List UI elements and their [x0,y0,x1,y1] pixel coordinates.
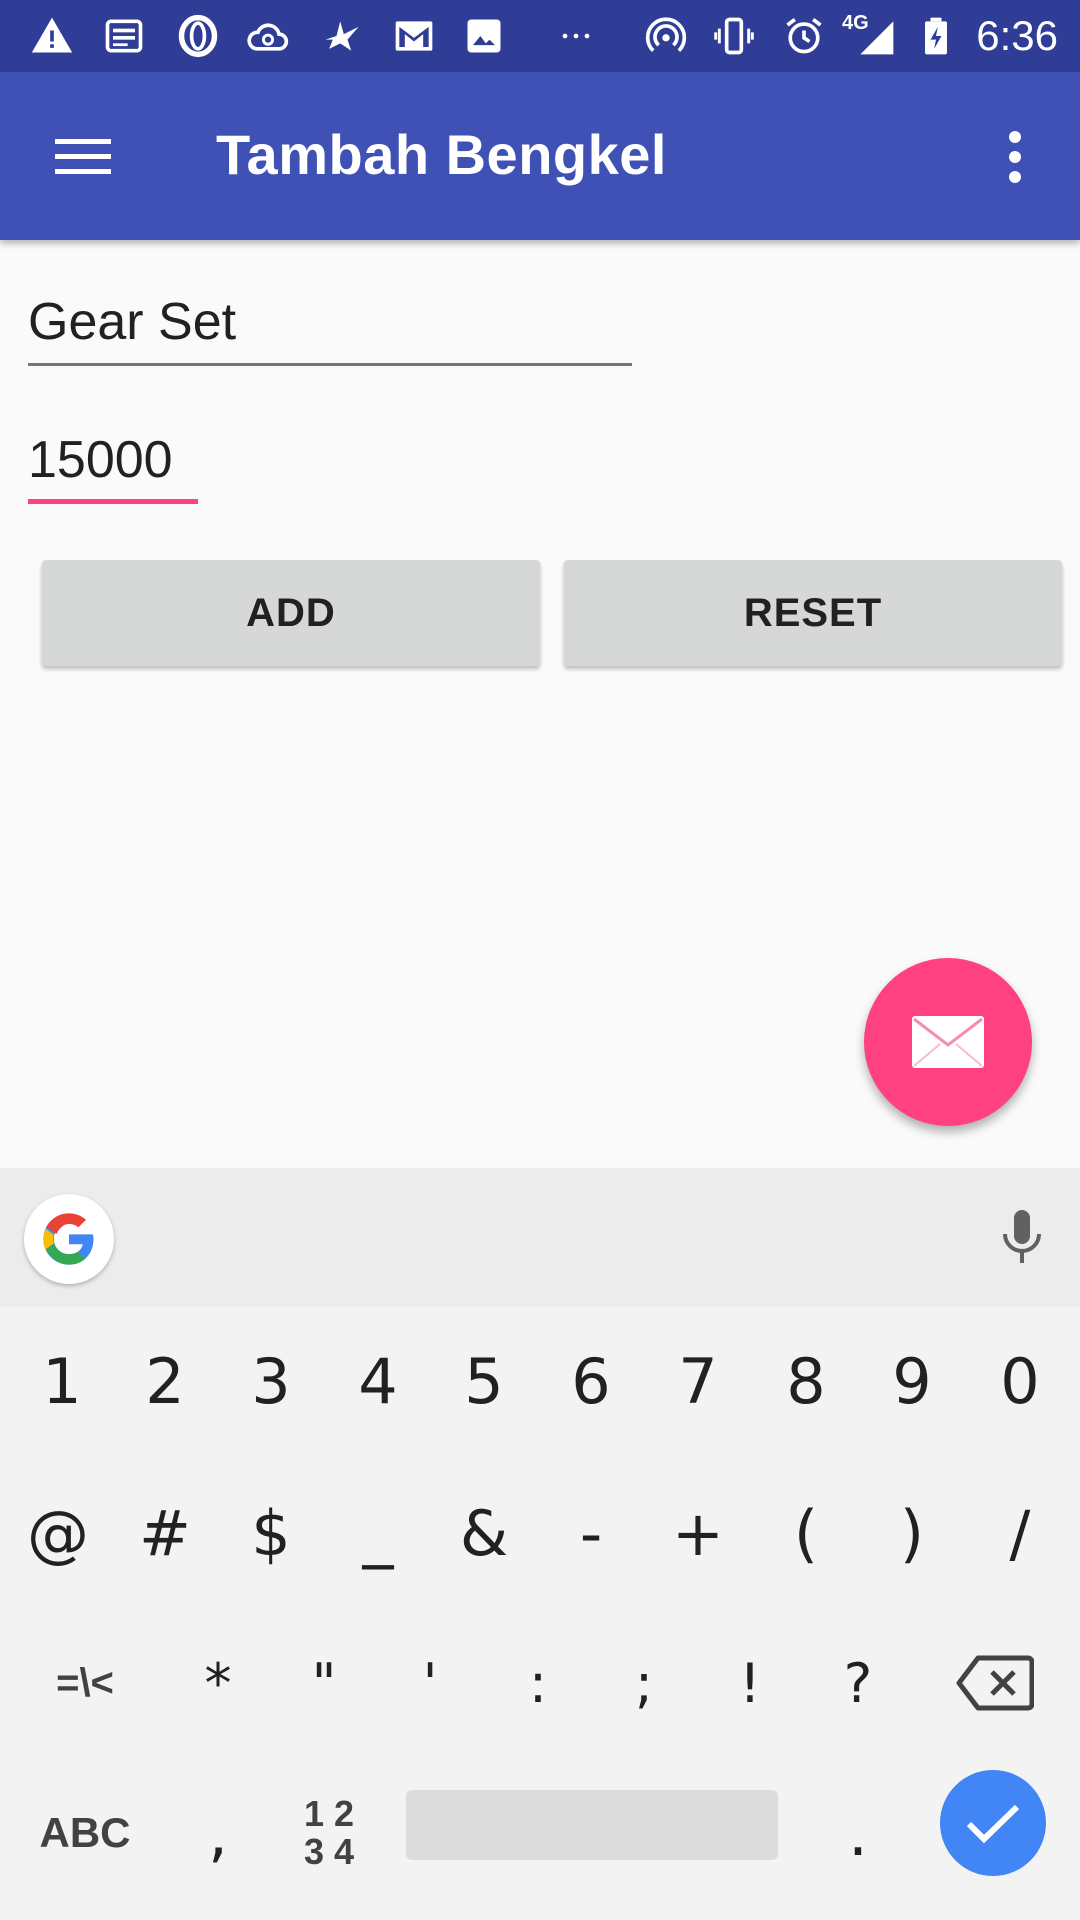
more-notifications-icon [554,14,598,58]
add-button[interactable]: ADD [42,560,540,666]
price-input[interactable]: 15000 [28,428,198,504]
key-plus[interactable]: + [648,1458,748,1608]
key-period[interactable]: . [808,1758,908,1908]
enter-key[interactable] [940,1770,1046,1876]
gmail-icon [392,14,436,58]
bird-icon [320,14,364,58]
key-open-paren[interactable]: ( [756,1458,856,1608]
name-input-value: Gear Set [28,293,237,351]
key-underscore[interactable]: _ [328,1458,428,1608]
price-input-value: 15000 [28,431,173,489]
key-colon[interactable]: : [488,1608,588,1758]
more-vert-icon[interactable] [972,114,1058,200]
key-6[interactable]: 6 [541,1306,641,1456]
key-question[interactable]: ? [808,1608,908,1758]
hotspot-icon [644,14,688,58]
symbol-row-2: =\< * " ' : ; ! ? [0,1608,1080,1758]
cloud-icon [246,14,290,58]
microphone-icon[interactable] [984,1200,1060,1276]
symbol-row-1: @ # $ _ & - + ( ) / [0,1458,1080,1608]
key-8[interactable]: 8 [756,1306,856,1456]
key-9[interactable]: 9 [862,1306,962,1456]
key-1[interactable]: 1 [12,1306,112,1456]
key-double-quote[interactable]: " [274,1608,374,1758]
reset-button[interactable]: RESET [564,560,1062,666]
key-comma[interactable]: , [168,1758,268,1908]
key-asterisk[interactable]: * [168,1608,268,1758]
mail-fab-button[interactable] [864,958,1032,1126]
suggestion-strip [0,1168,1080,1306]
key-at[interactable]: @ [8,1458,108,1608]
key-minus[interactable]: - [541,1458,641,1608]
key-slash[interactable]: / [970,1458,1070,1608]
opera-icon [176,14,220,58]
network-type-label: 4G [842,12,869,34]
key-7[interactable]: 7 [648,1306,748,1456]
key-5[interactable]: 5 [434,1306,534,1456]
hamburger-menu-icon[interactable] [40,114,126,200]
key-hash[interactable]: # [115,1458,215,1608]
key-semicolon[interactable]: ; [594,1608,694,1758]
soft-keyboard: 1 2 3 4 5 6 7 8 9 0 @ # $ _ & - + ( ) / … [0,1168,1080,1920]
key-3[interactable]: 3 [221,1306,321,1456]
check-icon [965,1802,1021,1844]
key-2[interactable]: 2 [115,1306,215,1456]
news-icon [102,14,146,58]
google-search-icon[interactable] [24,1194,114,1284]
numpad-key[interactable]: 1 2 3 4 [274,1758,384,1908]
clock: 6:36 [976,12,1058,59]
alarm-icon [782,14,826,58]
warning-icon [30,14,74,58]
key-4[interactable]: 4 [328,1306,428,1456]
key-ampersand[interactable]: & [434,1458,534,1608]
abc-key[interactable]: ABC [20,1758,150,1908]
battery-charging-icon [914,14,958,58]
key-single-quote[interactable]: ' [380,1608,480,1758]
backspace-icon [956,1654,1034,1712]
app-bar: Tambah Bengkel [0,72,1080,240]
bottom-row: ABC , 1 2 3 4 . [0,1758,1080,1908]
backspace-key[interactable] [940,1608,1050,1758]
number-row: 1 2 3 4 5 6 7 8 9 0 [0,1306,1080,1456]
image-icon [462,14,506,58]
space-bar[interactable] [406,1790,778,1860]
key-0[interactable]: 0 [970,1306,1070,1456]
status-bar: 4G 6:36 [0,0,1080,72]
name-input[interactable]: Gear Set [28,290,632,366]
key-dollar[interactable]: $ [221,1458,321,1608]
key-exclamation[interactable]: ! [700,1608,800,1758]
key-more-symbols[interactable]: =\< [20,1608,150,1758]
page-title: Tambah Bengkel [216,123,667,186]
mail-icon [910,1014,986,1070]
key-close-paren[interactable]: ) [862,1458,962,1608]
vibrate-icon [712,14,756,58]
